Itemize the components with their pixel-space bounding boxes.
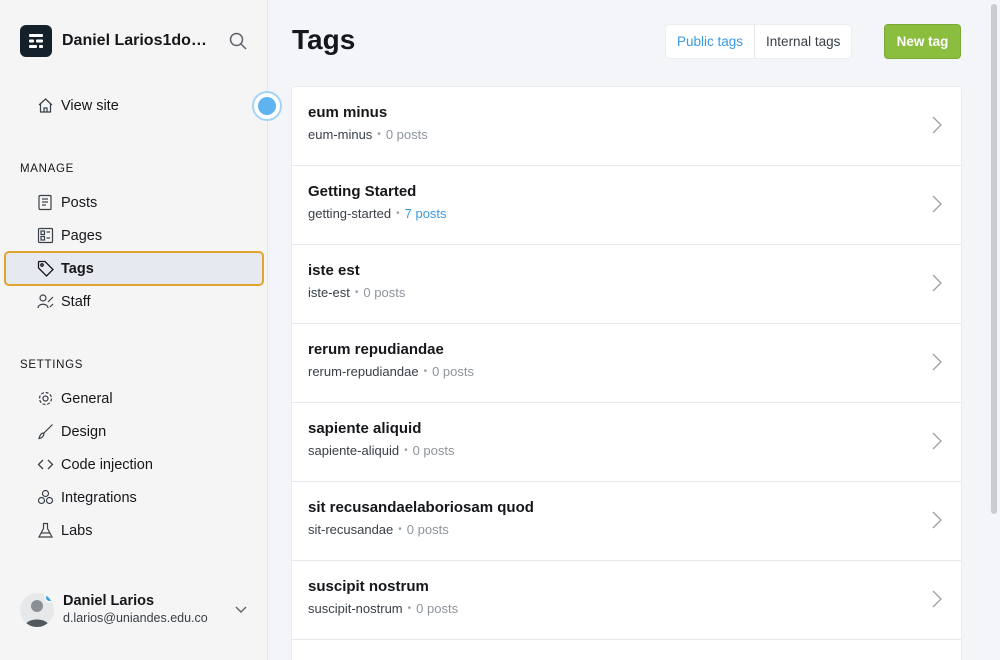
nav-labs-label: Labs bbox=[61, 522, 93, 539]
tag-row[interactable]: Getting Started getting-started • 7 post… bbox=[292, 166, 961, 245]
search-icon[interactable] bbox=[228, 31, 248, 51]
brush-icon bbox=[36, 423, 54, 441]
user-name: Daniel Larios bbox=[63, 593, 155, 609]
nav-design[interactable]: Design bbox=[4, 415, 264, 448]
settings-section-label: SETTINGS bbox=[20, 359, 84, 371]
tag-list: eum minus eum-minus • 0 posts Getting St… bbox=[291, 86, 962, 660]
nav-view-site[interactable]: View site bbox=[4, 89, 264, 122]
separator-dot: • bbox=[377, 129, 381, 140]
nav-staff-label: Staff bbox=[61, 293, 91, 310]
page-title: Tags bbox=[292, 24, 356, 55]
tag-icon bbox=[36, 260, 54, 278]
tag-row[interactable]: eum minus eum-minus • 0 posts bbox=[292, 87, 961, 166]
tag-name: iste est bbox=[308, 262, 360, 279]
tag-slug: getting-started bbox=[308, 206, 392, 221]
nav-labs[interactable]: Labs bbox=[4, 514, 264, 547]
tag-row[interactable]: suscipit nostrum suscipit-nostrum • 0 po… bbox=[292, 561, 961, 640]
sidebar: Daniel Larios1dol... View site MANAGE Po… bbox=[0, 0, 282, 660]
online-status-badge bbox=[44, 593, 54, 603]
tag-slug: rerum-repudiandae bbox=[308, 364, 419, 379]
tag-slug: iste-est bbox=[308, 285, 350, 300]
chevron-right-icon bbox=[931, 589, 943, 614]
separator-dot: • bbox=[398, 524, 402, 535]
chevron-right-icon bbox=[931, 194, 943, 219]
chevron-right-icon bbox=[931, 352, 943, 377]
nav-pages-label: Pages bbox=[61, 227, 103, 244]
view-site-indicator[interactable] bbox=[252, 91, 282, 121]
manage-section-label: MANAGE bbox=[20, 163, 75, 175]
tag-name: Getting Started bbox=[308, 183, 417, 200]
nav-staff[interactable]: Staff bbox=[4, 285, 264, 318]
chevron-right-icon bbox=[931, 273, 943, 298]
separator-dot: • bbox=[404, 445, 408, 456]
tab-public-tags[interactable]: Public tags bbox=[666, 25, 756, 58]
tag-slug: eum-minus bbox=[308, 127, 373, 142]
avatar bbox=[20, 593, 54, 627]
gear-icon bbox=[36, 390, 54, 408]
tag-name: sapiente aliquid bbox=[308, 420, 422, 437]
nav-design-label: Design bbox=[61, 423, 107, 440]
tag-row[interactable]: sapiente aliquid sapiente-aliquid • 0 po… bbox=[292, 403, 961, 482]
pages-icon bbox=[36, 227, 54, 245]
tag-name: rerum repudiandae bbox=[308, 341, 444, 358]
integrations-icon bbox=[36, 489, 54, 507]
tag-name: suscipit nostrum bbox=[308, 578, 429, 595]
nav-general-label: General bbox=[61, 390, 113, 407]
tag-type-toggle: Public tags Internal tags bbox=[666, 25, 852, 58]
user-menu[interactable]: Daniel Larios d.larios@uniandes.edu.co bbox=[20, 590, 250, 630]
user-email: d.larios@uniandes.edu.co bbox=[63, 611, 208, 625]
new-tag-button[interactable]: New tag bbox=[884, 24, 961, 59]
nav-tags-label: Tags bbox=[61, 260, 94, 277]
separator-dot: • bbox=[423, 366, 428, 377]
nav-posts[interactable]: Posts bbox=[4, 186, 264, 219]
nav-integrations-label: Integrations bbox=[61, 489, 137, 506]
chevron-right-icon bbox=[931, 431, 943, 456]
flask-icon bbox=[36, 522, 54, 540]
code-icon bbox=[36, 456, 54, 474]
nav-integrations[interactable]: Integrations bbox=[4, 481, 264, 514]
separator-dot: • bbox=[396, 208, 400, 219]
nav-view-site-label: View site bbox=[61, 97, 119, 114]
staff-icon bbox=[36, 293, 54, 311]
tag-post-count: 0 posts bbox=[412, 443, 455, 458]
separator-dot: • bbox=[407, 603, 412, 614]
nav-tags[interactable]: Tags bbox=[4, 251, 264, 286]
posts-icon bbox=[36, 194, 54, 212]
page-scrollbar[interactable] bbox=[988, 0, 1000, 660]
tag-slug: suscipit-nostrum bbox=[308, 601, 403, 616]
tag-post-count: 0 posts bbox=[432, 364, 475, 379]
tag-row[interactable]: rerum repudiandae rerum-repudiandae • 0 … bbox=[292, 324, 961, 403]
tag-slug: sapiente-aliquid bbox=[308, 443, 400, 458]
nav-code-injection[interactable]: Code injection bbox=[4, 448, 264, 481]
tag-slug: sit-recusandae bbox=[308, 522, 394, 537]
tag-name: sit recusandaelaboriosam quod bbox=[308, 499, 534, 516]
home-icon bbox=[36, 97, 54, 115]
tag-post-count: 0 posts bbox=[416, 601, 459, 616]
chevron-down-icon[interactable] bbox=[234, 602, 248, 621]
nav-pages[interactable]: Pages bbox=[4, 219, 264, 252]
tag-row[interactable]: sit recusandaelaboriosam quod sit-recusa… bbox=[292, 482, 961, 561]
nav-code-injection-label: Code injection bbox=[61, 456, 153, 473]
tag-row[interactable]: iste est iste-est • 0 posts bbox=[292, 245, 961, 324]
nav-general[interactable]: General bbox=[4, 382, 264, 415]
separator-dot: • bbox=[354, 287, 359, 298]
chevron-right-icon bbox=[931, 510, 943, 535]
tab-internal-tags[interactable]: Internal tags bbox=[755, 25, 851, 58]
scrollbar-thumb[interactable] bbox=[991, 4, 997, 514]
tag-name: eum minus bbox=[308, 104, 388, 121]
nav-posts-label: Posts bbox=[61, 194, 98, 211]
tag-post-count[interactable]: 7 posts bbox=[405, 206, 447, 221]
tag-post-count: 0 posts bbox=[385, 127, 428, 142]
site-name: Daniel Larios1dol... bbox=[62, 32, 208, 49]
ghost-logo-icon bbox=[20, 25, 52, 57]
site-brand[interactable]: Daniel Larios1dol... bbox=[20, 24, 208, 58]
chevron-right-icon bbox=[931, 115, 943, 140]
tag-post-count: 0 posts bbox=[363, 285, 406, 300]
tag-post-count: 0 posts bbox=[406, 522, 449, 537]
